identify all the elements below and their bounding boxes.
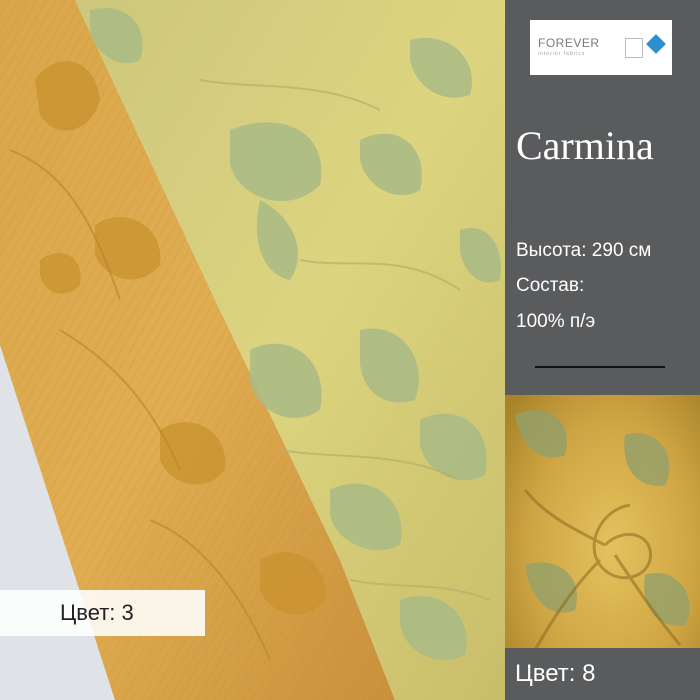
color-label-left: Цвет: 3 (0, 590, 205, 636)
product-height: Высота: 290 см (516, 240, 652, 261)
brand-tagline: interior fabrics (538, 51, 586, 57)
color-label-right: Цвет: 8 (505, 648, 700, 700)
color-label-left-text: Цвет: 3 (60, 600, 134, 625)
brand-name: FOREVER (538, 36, 600, 50)
brand-logo: FOREVER interior fabrics (530, 20, 672, 75)
composition-value: 100% п/э (516, 311, 596, 332)
product-title: Carmina (516, 123, 654, 168)
color-label-right-text: Цвет: 8 (515, 660, 596, 687)
composition-label: Состав: (516, 275, 585, 296)
fabric-logo-icon (625, 38, 643, 58)
diamond-logo-icon (646, 34, 666, 54)
divider (535, 366, 665, 368)
